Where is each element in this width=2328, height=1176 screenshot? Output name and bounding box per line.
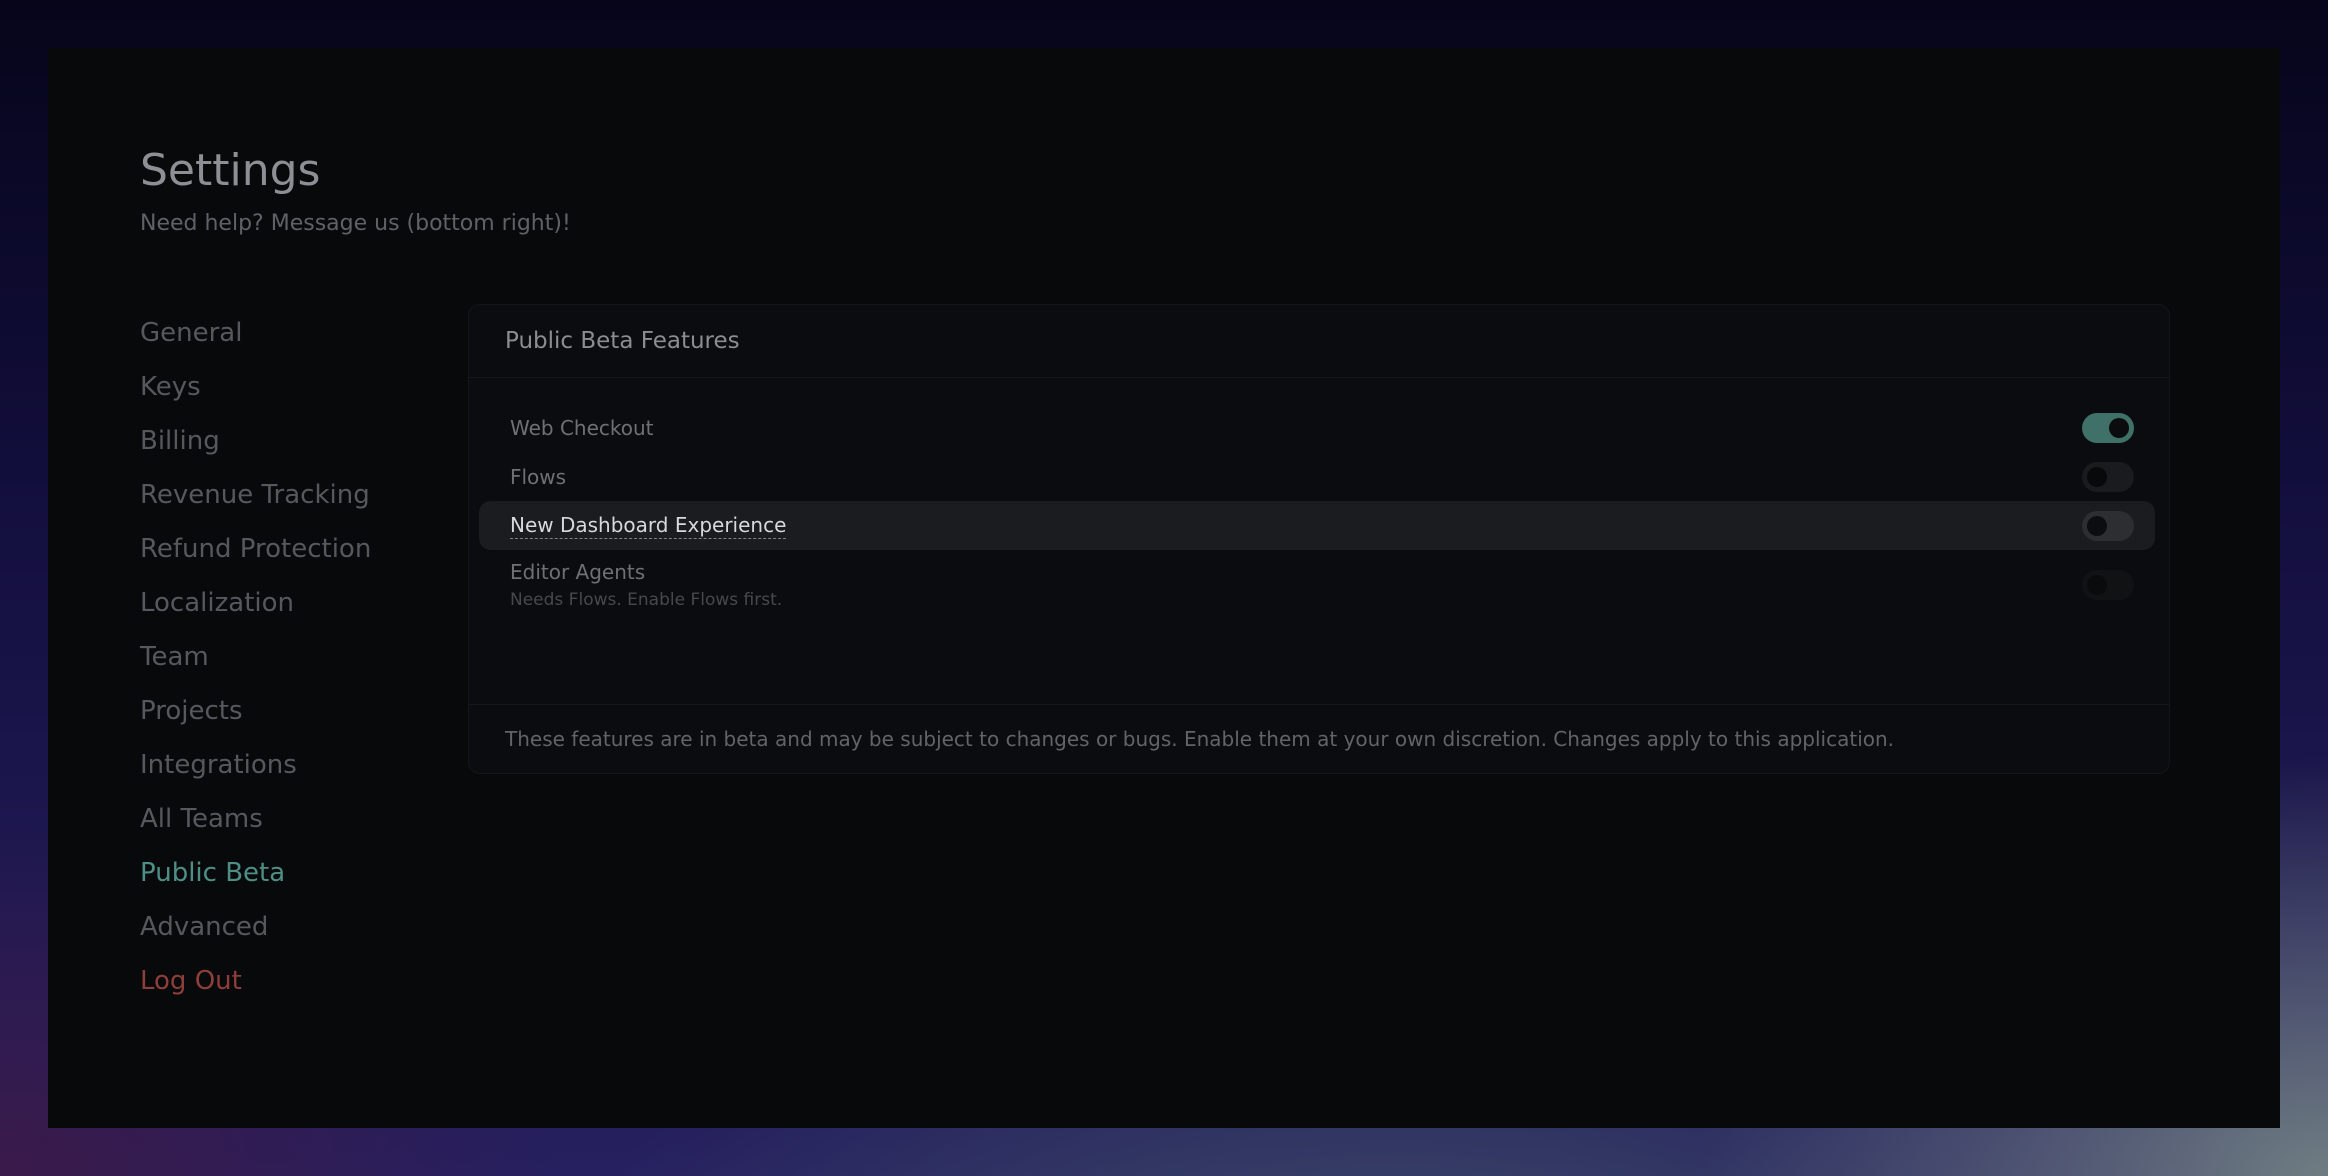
feature-dependency-note: Needs Flows. Enable Flows first. bbox=[510, 590, 783, 610]
sidebar-item-keys[interactable]: Keys bbox=[140, 360, 440, 414]
flows-toggle[interactable] bbox=[2082, 461, 2134, 492]
editor-agents-toggle bbox=[2082, 570, 2134, 600]
feature-row-editor-agents: Editor Agents Needs Flows. Enable Flows … bbox=[479, 550, 2155, 620]
feature-label: New Dashboard Experience bbox=[510, 512, 787, 539]
sidebar-item-advanced[interactable]: Advanced bbox=[140, 900, 440, 954]
feature-label: Flows bbox=[510, 464, 567, 489]
public-beta-card: Public Beta Features Web Checkout Flows … bbox=[468, 304, 2170, 774]
feature-list: Web Checkout Flows New Dashboard Experie… bbox=[479, 403, 2155, 620]
sidebar-item-all-teams[interactable]: All Teams bbox=[140, 792, 440, 846]
feature-row-new-dashboard-experience[interactable]: New Dashboard Experience bbox=[479, 501, 2155, 550]
settings-window: Settings Need help? Message us (bottom r… bbox=[48, 48, 2280, 1128]
sidebar-item-revenue-tracking[interactable]: Revenue Tracking bbox=[140, 468, 440, 522]
beta-disclaimer: These features are in beta and may be su… bbox=[469, 704, 2169, 773]
toggle-knob bbox=[2087, 515, 2107, 536]
feature-label: Web Checkout bbox=[510, 415, 654, 440]
sidebar-item-public-beta[interactable]: Public Beta bbox=[140, 846, 440, 900]
sidebar-item-team[interactable]: Team bbox=[140, 630, 440, 684]
card-title: Public Beta Features bbox=[469, 305, 2169, 378]
toggle-knob bbox=[2087, 466, 2107, 487]
sidebar-item-localization[interactable]: Localization bbox=[140, 576, 440, 630]
page-title: Settings bbox=[140, 145, 321, 196]
sidebar-item-general[interactable]: General bbox=[140, 306, 440, 360]
page-subtitle: Need help? Message us (bottom right)! bbox=[140, 211, 571, 236]
settings-sidebar: General Keys Billing Revenue Tracking Re… bbox=[140, 306, 440, 1008]
feature-label: Editor Agents bbox=[510, 560, 646, 584]
feature-row-flows[interactable]: Flows bbox=[479, 452, 2155, 501]
sidebar-item-refund-protection[interactable]: Refund Protection bbox=[140, 522, 440, 576]
sidebar-item-log-out[interactable]: Log Out bbox=[140, 954, 440, 1008]
sidebar-item-integrations[interactable]: Integrations bbox=[140, 738, 440, 792]
feature-row-web-checkout[interactable]: Web Checkout bbox=[479, 403, 2155, 452]
sidebar-item-projects[interactable]: Projects bbox=[140, 684, 440, 738]
sidebar-item-billing[interactable]: Billing bbox=[140, 414, 440, 468]
toggle-knob bbox=[2087, 575, 2107, 595]
toggle-knob bbox=[2109, 417, 2129, 438]
new-dashboard-experience-toggle[interactable] bbox=[2082, 510, 2134, 541]
web-checkout-toggle[interactable] bbox=[2082, 412, 2134, 443]
